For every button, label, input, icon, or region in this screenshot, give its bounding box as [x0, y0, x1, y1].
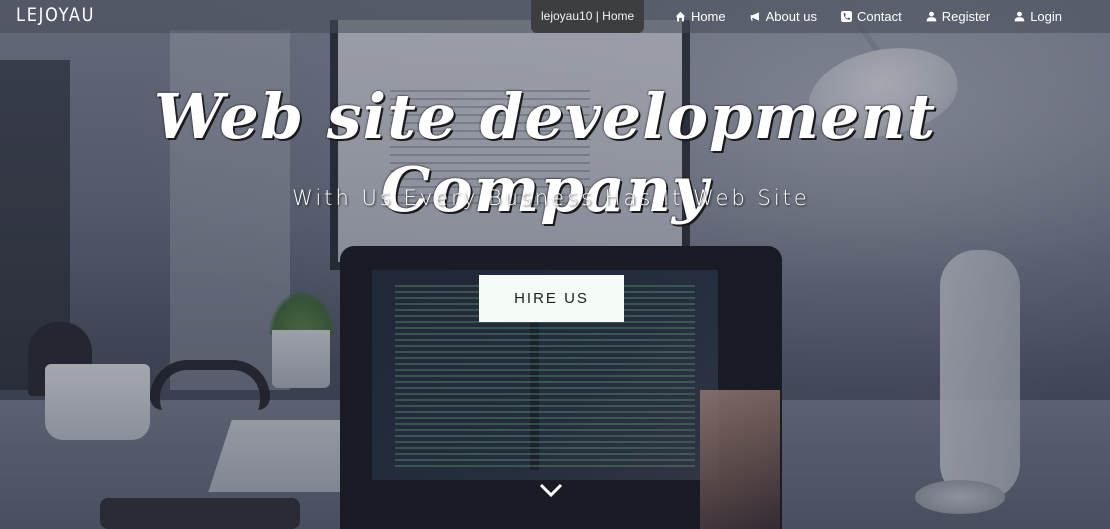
- nav-link-about[interactable]: About us: [750, 9, 817, 24]
- hero-subtitle: With Us Every Busness Has It Web Site: [292, 186, 810, 210]
- chevron-down-icon: [539, 483, 563, 498]
- nav-link-label: About us: [765, 9, 817, 24]
- nav-link-label: Login: [1030, 9, 1062, 24]
- nav-link-label: Home: [690, 9, 726, 24]
- nav-link-login[interactable]: Login: [1014, 9, 1062, 24]
- top-navbar: LEJOYAU lejoyau10 | Home Home About us C…: [0, 0, 1110, 33]
- hire-us-button[interactable]: HIRE US: [479, 275, 624, 322]
- nav-link-label: Contact: [856, 9, 902, 24]
- user-icon: [926, 11, 937, 22]
- nav-link-register[interactable]: Register: [926, 9, 990, 24]
- bullhorn-icon: [750, 12, 759, 21]
- phone-icon: [840, 11, 852, 22]
- nav-links: Home About us Contact Register Login: [675, 0, 1062, 33]
- nav-link-label: Register: [941, 9, 991, 24]
- home-tooltip: lejoyau10 | Home: [531, 0, 645, 33]
- user-icon: [1014, 11, 1025, 22]
- scroll-down-button[interactable]: [539, 480, 563, 500]
- nav-link-home[interactable]: Home: [675, 9, 726, 24]
- nav-link-contact[interactable]: Contact: [840, 9, 902, 24]
- home-icon: [675, 11, 686, 22]
- brand-logo[interactable]: LEJOYAU: [16, 4, 95, 26]
- hero-section: LEJOYAU lejoyau10 | Home Home About us C…: [0, 0, 1110, 529]
